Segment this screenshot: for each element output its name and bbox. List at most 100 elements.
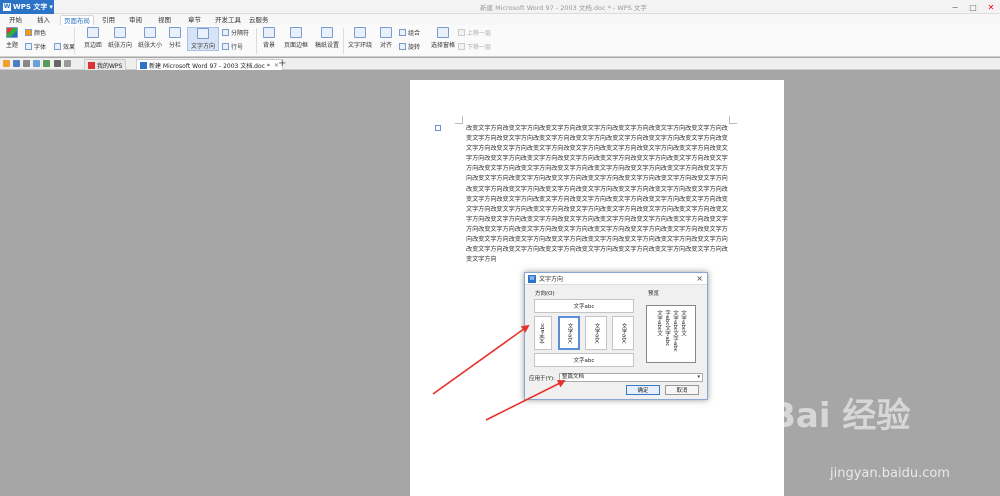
cancel-button[interactable]: 取消 [665,385,699,395]
tab-current-document[interactable]: 新建 Microsoft Word 97 - 2003 文档.doc * × [136,59,283,70]
group-icon [399,29,406,36]
watermark-url: jingyan.baidu.com [830,466,950,481]
color-button[interactable]: 颜色 [25,28,46,37]
send-backward-button[interactable]: 下移一层 [458,42,491,51]
open-icon[interactable] [3,60,10,67]
document-body-text[interactable]: 改变文字方向改变文字方向改变文字方向改变文字方向改变文字方向改变文字方向改变文字… [466,124,728,265]
background-button[interactable]: 背景 [258,27,280,49]
direction-option-label: 文字abc [566,322,573,344]
text-direction-button[interactable]: 文字方向 [187,27,219,51]
ok-button[interactable]: 确定 [626,385,660,395]
text-direction-icon [197,28,209,39]
text-direction-label: 文字方向 [190,43,215,50]
tab-home[interactable]: 开始 [6,15,25,25]
window-controls: − □ ✕ [946,0,1000,14]
apply-to-label: 应用于(Y): [529,376,556,382]
palette-icon [6,27,18,38]
font-icon [25,43,32,50]
preview-line: 字abc文字abc [664,310,670,347]
separator-button[interactable]: 分隔符 [222,28,249,37]
select-pane-button[interactable]: 选择窗格 [428,27,458,49]
color-label: 颜色 [34,30,47,37]
maximize-icon[interactable]: □ [964,0,982,14]
apply-to-select[interactable]: 整篇文档 ▾ [559,373,703,382]
dialog-title: 文字方向 [539,276,564,283]
minimize-icon[interactable]: − [946,0,964,14]
columns-label: 分栏 [168,42,181,49]
manuscript-icon [321,27,333,38]
tab-my-wps[interactable]: 我的WPS [84,59,127,70]
margin-button[interactable]: 页边距 [78,27,108,49]
page-border-button[interactable]: 页面边框 [281,27,311,49]
send-backward-label: 下移一层 [467,44,492,51]
tab-view[interactable]: 视图 [155,15,174,25]
wrap-icon [354,27,366,38]
columns-button[interactable]: 分栏 [164,27,186,49]
rotate-icon [399,43,406,50]
group-button[interactable]: 组合 [399,28,420,37]
tab-insert[interactable]: 插入 [34,15,53,25]
preview-icon[interactable] [33,60,40,67]
preview-line: 文字abc文 [656,310,662,337]
rotate-label: 旋转 [408,44,421,51]
theme-label: 主题 [5,42,18,49]
font-label: 字体 [34,44,47,51]
direction-option-vertical[interactable]: 文字abc [585,316,607,350]
effect-icon [54,43,61,50]
direction-option-horizontal[interactable]: 文字abc [534,299,634,313]
preview-line: 文字abc文字abc [672,310,678,352]
text-direction-dialog: W 文字方向 × 方向(O) 预览 文字abc 文字abc 文字abc 文字ab… [524,272,708,400]
color-icon [25,29,32,36]
align-button[interactable]: 对齐 [376,27,396,49]
line-number-button[interactable]: 行号 [222,42,243,51]
manuscript-button[interactable]: 稿纸设置 [312,27,342,49]
wps-logo-icon: W [3,3,11,11]
tab-review[interactable]: 审阅 [126,15,145,25]
preview-line: 文字abc文 [680,310,686,337]
close-icon[interactable]: × [696,274,703,283]
columns-icon [169,27,181,38]
document-icon [140,61,147,69]
close-icon[interactable]: ✕ [982,0,1000,14]
tab-page-layout[interactable]: 页面布局 [60,15,94,25]
direction-option-label: 文字abc [539,322,546,344]
undo-icon[interactable] [54,60,61,67]
group-label: 组合 [408,30,421,37]
wps-home-icon [88,61,95,69]
separator-icon [222,29,229,36]
align-label: 对齐 [379,42,392,49]
rotate-button[interactable]: 旋转 [399,42,420,51]
print-icon[interactable] [23,60,30,67]
theme-button[interactable]: 主题 [2,27,22,49]
tab-chapter[interactable]: 章节 [185,15,204,25]
paper-size-label: 纸张大小 [137,42,162,49]
tab-cloud[interactable]: 云服务 [246,15,272,25]
redo-icon[interactable] [64,60,71,67]
app-menu-button[interactable]: W WPS 文字 ▾ [0,0,54,14]
format-painter-icon[interactable] [43,60,50,67]
bring-forward-button[interactable]: 上移一层 [458,28,491,37]
save-icon[interactable] [13,60,20,67]
tab-developer[interactable]: 开发工具 [212,15,244,25]
orientation-button[interactable]: 纸张方向 [105,27,135,49]
orientation-icon [114,27,126,38]
window-title: 新建 Microsoft Word 97 - 2003 文档.doc * - W… [480,4,647,12]
title-bar: W WPS 文字 ▾ 新建 Microsoft Word 97 - 2003 文… [0,0,1000,14]
tab-references[interactable]: 引用 [99,15,118,25]
direction-option-vertical-selected[interactable]: 文字abc [558,316,580,350]
wrap-button[interactable]: 文字环绕 [345,27,375,49]
direction-option-upside-down[interactable]: 文字abc [534,353,634,367]
direction-preview: 文字abc文 字abc文字abc 文字abc文字abc 文字abc文 [646,305,696,363]
direction-option-rotated-left[interactable]: 文字abc [534,316,552,350]
font-button[interactable]: 字体 [25,42,46,51]
wrap-label: 文字环绕 [347,42,372,49]
direction-option-rotated-right[interactable]: 文字abc [612,316,634,350]
watermark-brand: Bai 经验 [770,396,911,436]
page-border-label: 页面边框 [283,42,308,49]
new-tab-icon[interactable]: + [278,58,286,69]
paper-size-button[interactable]: 纸张大小 [135,27,165,49]
chevron-down-icon: ▾ [697,374,700,380]
effect-button[interactable]: 效果 [54,42,75,51]
paragraph-layout-icon[interactable] [435,125,441,131]
document-tab-bar: 我的WPS 新建 Microsoft Word 97 - 2003 文档.doc… [0,58,1000,70]
